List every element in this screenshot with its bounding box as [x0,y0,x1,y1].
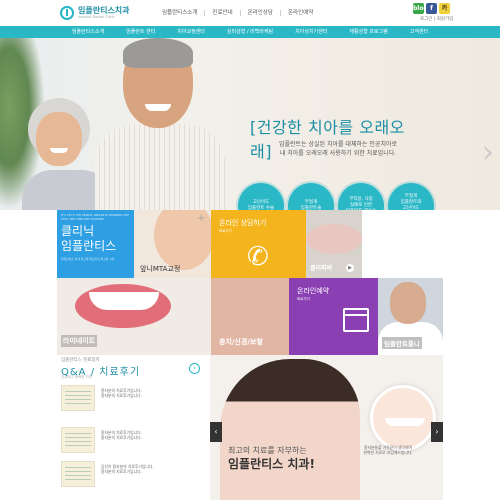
banner-line-2: 임플란티스 치과! [228,457,315,471]
review-text: 당신이 환자분의 치료후기입니다. 환자분의 치료후기입니다. [101,464,154,474]
review-thumbnail [61,385,95,411]
promo-banner: 최고의 치료를 자부하는 임플란티스 치과! 환자분들을 가족같이 생각하며 완… [210,355,443,500]
topnav-reserve[interactable]: 온라인예약 [281,10,320,16]
elderly-man-photo [95,38,225,210]
banner-description: 환자분들을 가족같이 생각하며 완벽한 치료로 보답해드립니다. [363,445,413,455]
clinic-title-2: 임플란티스 [61,239,117,253]
next-slide-icon[interactable]: › [482,138,496,168]
facebook-icon[interactable]: f [426,3,437,14]
circle-reoperation[interactable]: 부작용, 식립 실패로 인한 임플란트 재수술 [338,183,384,210]
logo-icon [60,6,74,20]
tile-implant-denture[interactable]: 임플란트틀니 [378,278,443,355]
tile-clinic[interactable]: IT'S LET'S THE DENTAL IMPLANTS WORKING T… [57,210,134,278]
service-tiles: IT'S LET'S THE DENTAL IMPLANTS WORKING T… [57,210,443,355]
hero-description: 임플란트는 상실된 치아를 대체하는 인공치아로 내 치아를 오래오래 사용하기… [278,141,398,157]
hero-banner: [건강한 치아를 오래오래] 임플란트는 상실된 치아를 대체하는 인공치아로 … [0,38,500,210]
qa-subtitle: 건강하고 행복한 치아 [61,375,93,379]
tile-clinic-pix[interactable]: 클리피써 ▶ [306,210,362,278]
mainnav-about[interactable]: 임플란티스소개 [61,26,115,38]
review-item[interactable]: 환자분의 치료후기입니다. 환자분의 치료후기입니다. [61,385,201,413]
calendar-icon [343,308,369,332]
review-item[interactable]: 환자분의 치료후기입니다. 환자분의 치료후기입니다. [61,427,201,455]
online-reserve-label: 온라인예약 [297,287,330,295]
woman-photo [220,359,360,500]
tile-online-reserve[interactable]: 온라인예약 바로가기 [289,278,378,355]
mainnav-support[interactable]: 고객센터 [399,26,439,38]
laminate-label: 라미네이트 [61,335,98,347]
tile-laminate[interactable]: 라미네이트 [57,278,211,355]
site-header: 임플란티스치과 Implant Dental Clinic 임플란티스소개 진료… [0,0,500,26]
topnav-info[interactable]: 진료안내 [205,10,241,16]
kakao-icon[interactable]: 카 [439,3,450,14]
site-logo[interactable]: 임플란티스치과 Implant Dental Clinic [60,5,130,21]
logo-subtitle: Implant Dental Clinic [78,15,115,19]
topnav-consult[interactable]: 온라인상담 [241,10,281,16]
clinic-pix-label: 클리피써 [310,265,333,272]
clinic-note: 임플란티스 치과 최고의 의료진과 최고의 시설 [61,257,115,261]
online-consult-more: 바로가기 [219,229,232,233]
lips-photo [306,224,362,254]
play-icon[interactable]: ▶ [346,264,354,272]
online-consult-label: 온라인 상담하기 [219,219,267,227]
phone-icon: ✆ [247,242,269,272]
circle-advanced-surgery[interactable]: 고난이도 임플란트 수술 [238,183,284,210]
logo-name: 임플란티스치과 [78,6,130,15]
mainnav-cosmetic[interactable]: 심미성형 / 미백마케팅 [216,26,284,38]
ortho-label: 앞니MTA교정 [140,265,181,273]
implant-denture-label: 임플란트틀니 [382,337,422,349]
mainnav-ortho[interactable]: 치아교정센터 [166,26,216,38]
qa-panel: 임플란티스 진료일지 Q&A / 치료후기 건강하고 행복한 치아 › 환자분의… [57,355,209,500]
topnav-about[interactable]: 임플란티스소개 [155,10,206,16]
review-text: 환자분의 치료후기입니다. 환자분의 치료후기입니다. [101,430,142,440]
next-arrow-icon[interactable]: › [431,422,443,442]
login-join-links[interactable]: 로그인 | 회원가입 [420,16,453,22]
circle-no-incision[interactable]: 무절개 임플란트술 [288,183,334,210]
clinic-tagline: IT'S LET'S THE DENTAL IMPLANTS WORKING T… [61,213,129,221]
circle-bone-graft[interactable]: 무절개 임플란트와 고난이도 골이식 수술 [388,183,434,210]
main-nav: 임플란티스소개 임플란트 센터 치아교정센터 심미성형 / 미백마케팅 치아성치… [0,26,500,38]
sns-links: blog f 카 [413,3,450,14]
cavity-label: 충치/신경/보철 [219,338,263,346]
mainnav-care[interactable]: 치아성치기센터 [284,26,338,38]
online-reserve-more: 바로가기 [297,297,310,301]
tile-cavity-nerve[interactable]: 충치/신경/보철 [211,278,289,355]
review-item[interactable]: 당신이 환자분의 치료후기입니다. 환자분의 치료후기입니다. [61,461,201,489]
review-thumbnail [61,461,95,487]
mainnav-rehab[interactable]: 재활성형 프로그램 [338,26,398,38]
review-text: 환자분의 치료후기입니다. 환자분의 치료후기입니다. [101,388,142,398]
blog-icon[interactable]: blog [413,3,428,14]
teeth-closeup [370,385,436,451]
mainnav-implant[interactable]: 임플란트 센터 [115,26,166,38]
clinic-title-1: 클리닉 [61,224,95,238]
qa-next-icon[interactable]: › [189,363,200,374]
plus-icon[interactable]: + [197,213,205,224]
tile-online-consult[interactable]: 온라인 상담하기 바로가기 ✆ [211,210,306,278]
prev-arrow-icon[interactable]: ‹ [210,422,222,442]
service-circles: 고난이도 임플란트 수술 무절개 임플란트술 부작용, 식립 실패로 인한 임플… [238,183,434,210]
review-thumbnail [61,427,95,453]
top-nav: 임플란티스소개 진료안내 온라인상담 온라인예약 [155,10,320,16]
